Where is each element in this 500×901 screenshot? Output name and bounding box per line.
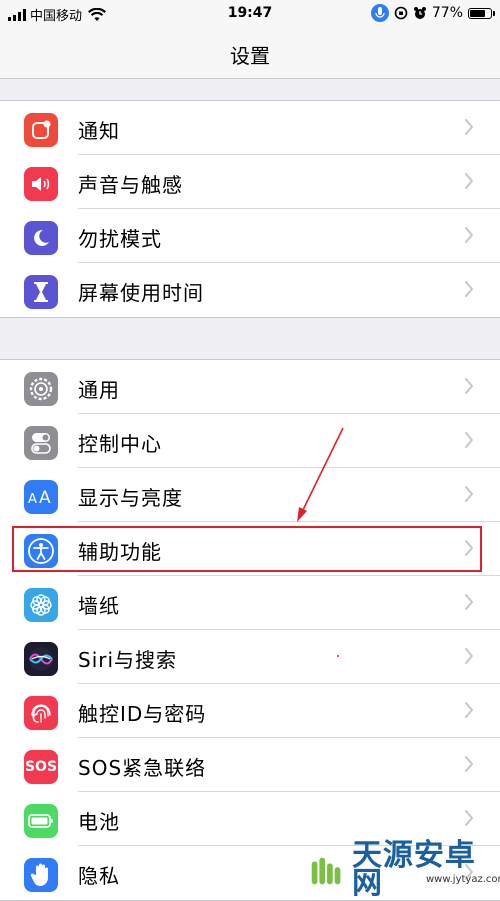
settings-row-label: 勿扰模式 (78, 227, 162, 251)
chevron-right-icon (465, 594, 473, 610)
notifications-icon (24, 113, 58, 147)
settings-group-2: 通用 控制中心 A A 显示与亮度 辅助功能 墙纸 Siri与搜索 触控ID与密码 SOS SOS紧… (0, 359, 500, 901)
settings-row[interactable]: SOS SOS紧急联络 (0, 738, 500, 792)
chevron-right-icon (465, 648, 473, 664)
chevron-right-icon (465, 756, 473, 772)
settings-row[interactable]: 屏幕使用时间 (0, 263, 500, 317)
status-right: 77% (370, 4, 495, 22)
wallpaper-icon (24, 588, 58, 622)
moon-icon (24, 221, 58, 255)
watermark-brand: 天源安卓网 (351, 837, 476, 901)
chevron-right-icon (465, 702, 473, 718)
settings-row-label: 控制中心 (78, 432, 162, 456)
settings-row[interactable]: 通知 (0, 101, 500, 155)
chevron-right-icon (465, 281, 473, 297)
watermark-url: www.jytyaz.com (426, 874, 500, 885)
toggles-icon (24, 426, 58, 460)
battery-status-icon (468, 7, 495, 19)
android-logo-icon (311, 857, 341, 884)
hourglass-icon (24, 275, 58, 309)
chevron-right-icon (465, 378, 473, 394)
icon-label: SOS (24, 759, 58, 775)
microphone-icon (370, 4, 389, 22)
chevron-right-icon (465, 119, 473, 135)
settings-row-label: 声音与触感 (78, 173, 183, 197)
chevron-right-icon (465, 486, 473, 502)
chevron-right-icon (465, 432, 473, 448)
settings-row-label: 触控ID与密码 (78, 702, 207, 726)
settings-row-label: 墙纸 (78, 594, 120, 618)
settings-row[interactable]: Siri与搜索 (0, 630, 500, 684)
watermark: 天源安卓网 www.jytyaz.com (306, 840, 500, 898)
battery-icon (24, 804, 58, 838)
settings-row-label: SOS紧急联络 (78, 756, 207, 780)
settings-row-label: 显示与亮度 (78, 486, 183, 510)
settings-row-label: 通用 (78, 378, 120, 402)
settings-row-label: 隐私 (78, 864, 120, 888)
settings-group-1: 通知声音与触感勿扰模式屏幕使用时间 (0, 100, 500, 318)
settings-row[interactable]: 通用 (0, 360, 500, 414)
settings-row[interactable]: 触控ID与密码 (0, 684, 500, 738)
settings-row-label: 通知 (78, 119, 120, 143)
text-size-icon: AA (24, 480, 58, 514)
rotation-lock-icon (394, 6, 408, 20)
settings-row-label: Siri与搜索 (78, 648, 178, 672)
page-title: 设置 (230, 44, 270, 68)
battery-percent: 77% (431, 5, 463, 21)
svg-text:A: A (28, 492, 37, 507)
chevron-right-icon (465, 810, 473, 826)
settings-row[interactable]: 墙纸 (0, 576, 500, 630)
chevron-right-icon (465, 173, 473, 189)
sounds-icon (24, 167, 58, 201)
status-bar: 中国移动 19:47 77% (0, 0, 500, 28)
sos-icon: SOS (24, 750, 58, 784)
settings-row-label: 屏幕使用时间 (78, 281, 204, 305)
navigation-bar: 设置 (0, 28, 500, 79)
settings-row[interactable]: 声音与触感 (0, 155, 500, 209)
hand-icon (24, 858, 58, 892)
settings-row[interactable]: A A 显示与亮度 (0, 468, 500, 522)
gear-icon (24, 372, 58, 406)
settings-row-label: 电池 (78, 810, 120, 834)
settings-row[interactable]: 控制中心 (0, 414, 500, 468)
chevron-right-icon (465, 227, 473, 243)
siri-icon (24, 642, 58, 676)
highlight-box (12, 526, 482, 572)
alarm-icon (413, 7, 426, 19)
settings-row[interactable]: 勿扰模式 (0, 209, 500, 263)
fingerprint-icon (24, 696, 58, 730)
svg-text:A: A (39, 488, 51, 507)
